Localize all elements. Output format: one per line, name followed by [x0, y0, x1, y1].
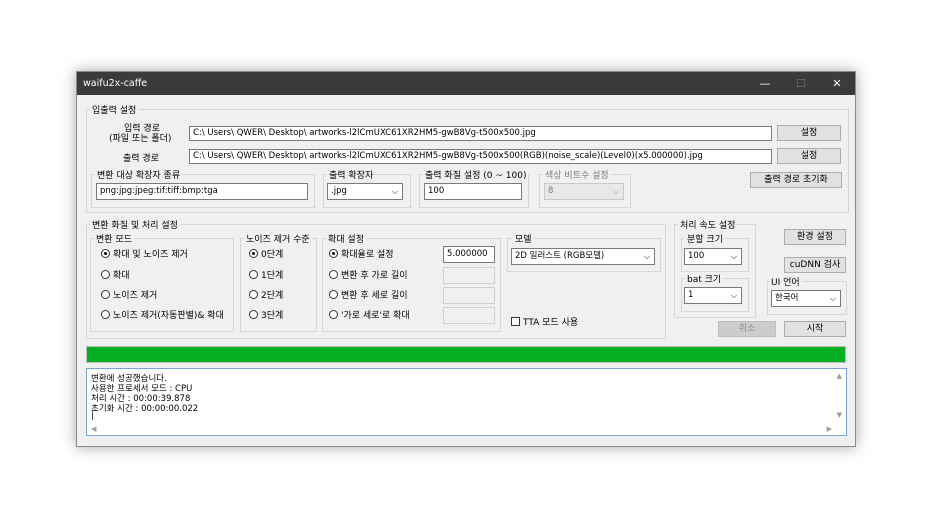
chevron-down-icon: ⌵	[391, 187, 398, 196]
scale-width-field[interactable]	[443, 267, 495, 284]
output-ext-value: .jpg	[331, 186, 347, 196]
radio-selected-icon	[249, 249, 258, 258]
radio-icon	[329, 270, 338, 279]
radio-icon	[101, 310, 110, 319]
split-size-select[interactable]: 100 ⌵	[684, 248, 742, 265]
ext-type-field[interactable]: png:jpg:jpeg:tif:tiff:bmp:tga	[96, 183, 308, 200]
input-path-field[interactable]: C:\ Users\ QWER\ Desktop\ artworks-l2lCm…	[189, 126, 772, 141]
scroll-down-icon[interactable]: ▼	[837, 411, 842, 419]
scale-radio-width-height[interactable]: '가로 세로'로 확대	[329, 310, 410, 322]
radio-icon	[329, 310, 338, 319]
title-bar[interactable]: waifu2x-caffe — ☐ ✕	[77, 72, 855, 95]
cudnn-check-button[interactable]: cuDNN 검사	[784, 257, 846, 273]
ui-language-label: UI 언어	[769, 275, 802, 288]
noise-radio-1[interactable]: 1단계	[249, 270, 283, 282]
bit-depth-label: 색상 비트수 설정	[543, 168, 611, 181]
progress-fill	[87, 347, 845, 362]
mode-radio-auto-denoise-scale[interactable]: 노이즈 제거(자동판별)& 확대	[101, 310, 224, 322]
bit-depth-select[interactable]: 8 ⌵	[544, 183, 624, 200]
model-select[interactable]: 2D 일러스트 (RGB모델) ⌵	[511, 248, 655, 265]
window-title: waifu2x-caffe	[83, 78, 148, 89]
model-value: 2D 일러스트 (RGB모델)	[515, 251, 605, 261]
convert-settings-label: 변환 화질 및 처리 설정	[90, 218, 180, 231]
model-label: 모델	[513, 232, 534, 245]
environment-settings-button[interactable]: 환경 설정	[784, 229, 846, 245]
close-button[interactable]: ✕	[819, 72, 855, 95]
noise-radio-3[interactable]: 3단계	[249, 310, 283, 322]
radio-icon	[249, 270, 258, 279]
noise-radio-2[interactable]: 2단계	[249, 290, 283, 302]
scale-height-field[interactable]	[443, 287, 495, 304]
input-path-sublabel: (파일 또는 폴더)	[109, 134, 172, 144]
start-button[interactable]: 시작	[784, 321, 846, 337]
scroll-left-icon[interactable]: ◀	[91, 425, 96, 433]
scale-ratio-field[interactable]: 5.000000	[443, 246, 495, 263]
convert-mode-label: 변환 모드	[94, 232, 134, 245]
radio-icon	[329, 290, 338, 299]
batch-size-select[interactable]: 1 ⌵	[684, 287, 742, 304]
scroll-up-icon[interactable]: ▲	[837, 372, 842, 380]
radio-selected-icon	[329, 249, 338, 258]
scale-radio-ratio[interactable]: 확대율로 설정	[329, 249, 394, 261]
batch-size-value: 1	[688, 290, 694, 300]
radio-icon	[101, 270, 110, 279]
scale-width-height-field[interactable]	[443, 307, 495, 324]
progress-bar	[86, 346, 846, 363]
output-path-set-button[interactable]: 설정	[777, 148, 841, 164]
input-path-set-button[interactable]: 설정	[777, 125, 841, 141]
speed-settings-label: 처리 속도 설정	[678, 218, 738, 231]
output-path-field[interactable]: C:\ Users\ QWER\ Desktop\ artworks-l2lCm…	[189, 149, 772, 164]
mode-radio-denoise[interactable]: 노이즈 제거	[101, 290, 157, 302]
mode-radio-scale[interactable]: 확대	[101, 270, 130, 282]
scale-radio-width[interactable]: 변환 후 가로 길이	[329, 270, 408, 282]
chevron-down-icon: ⌵	[730, 252, 737, 261]
io-settings-label: 입출력 설정	[90, 103, 139, 116]
noise-radio-0[interactable]: 0단계	[249, 249, 283, 261]
output-ext-label: 출력 확장자	[327, 168, 376, 181]
chevron-down-icon: ⌵	[829, 294, 836, 303]
scale-radio-height[interactable]: 변환 후 세로 길이	[329, 290, 408, 302]
chevron-down-icon: ⌵	[730, 291, 737, 300]
radio-icon	[101, 290, 110, 299]
ext-type-label: 변환 대상 확장자 종류	[95, 168, 183, 181]
output-path-label: 출력 경로	[123, 154, 159, 164]
radio-selected-icon	[101, 249, 110, 258]
text-cursor: |	[91, 411, 94, 421]
noise-level-label: 노이즈 제거 수준	[244, 232, 312, 245]
chevron-down-icon: ⌵	[612, 187, 619, 196]
split-size-value: 100	[688, 251, 705, 261]
bit-depth-value: 8	[548, 186, 554, 196]
log-output[interactable]: 변환에 성공했습니다. 사용한 프로세서 모드 : CPU 처리 시간 : 00…	[86, 368, 847, 436]
cancel-button[interactable]: 취소	[718, 321, 776, 337]
tta-checkbox[interactable]: TTA 모드 사용	[511, 317, 578, 329]
checkbox-icon	[511, 317, 520, 326]
batch-size-label: bat 크기	[685, 272, 724, 285]
ui-language-select[interactable]: 한국어 ⌵	[771, 290, 841, 307]
minimize-button[interactable]: —	[747, 72, 783, 95]
ui-language-value: 한국어	[775, 293, 799, 303]
split-size-label: 분할 크기	[685, 232, 725, 245]
main-window: waifu2x-caffe — ☐ ✕ 입출력 설정 입력 경로 (파일 또는 …	[76, 71, 856, 447]
chevron-down-icon: ⌵	[643, 252, 650, 261]
output-quality-label: 출력 화질 설정 (0 ~ 100)	[423, 168, 529, 181]
log-line: 초기화 시간 : 00:00:00.022	[91, 404, 199, 414]
output-quality-field[interactable]: 100	[424, 183, 522, 200]
reset-output-path-button[interactable]: 출력 경로 초기화	[750, 172, 842, 188]
radio-icon	[249, 310, 258, 319]
scale-settings-label: 확대 설정	[326, 232, 366, 245]
scroll-right-icon[interactable]: ▶	[827, 425, 832, 433]
radio-icon	[249, 290, 258, 299]
mode-radio-scale-denoise[interactable]: 확대 및 노이즈 제거	[101, 249, 188, 261]
maximize-button[interactable]: ☐	[783, 72, 819, 95]
output-ext-select[interactable]: .jpg ⌵	[327, 183, 403, 200]
